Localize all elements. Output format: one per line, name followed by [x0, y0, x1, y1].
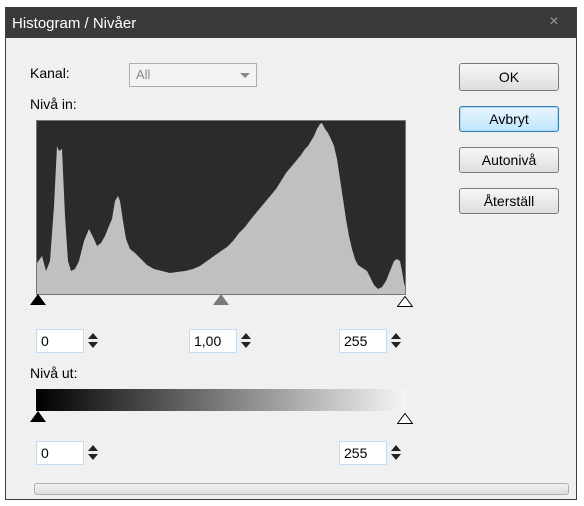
output-black-slider[interactable] — [30, 411, 46, 422]
input-black-spinner[interactable]: 0 — [36, 329, 111, 353]
spin-down-icon[interactable] — [391, 454, 401, 460]
spin-up-icon[interactable] — [391, 445, 401, 451]
histogram-graph — [37, 121, 405, 294]
title-bar[interactable]: Histogram / Nivåer × — [6, 8, 576, 38]
window-title: Histogram / Nivåer — [12, 15, 137, 32]
spin-up-icon[interactable] — [391, 333, 401, 339]
spin-down-icon[interactable] — [88, 342, 98, 348]
input-black-updown[interactable] — [87, 333, 99, 349]
spin-down-icon[interactable] — [391, 342, 401, 348]
input-white-field[interactable]: 255 — [339, 329, 387, 353]
spin-down-icon[interactable] — [241, 342, 251, 348]
input-black-field[interactable]: 0 — [36, 329, 84, 353]
output-black-spinner[interactable]: 0 — [36, 441, 111, 465]
input-white-slider-shape — [396, 295, 414, 307]
spin-up-icon[interactable] — [241, 333, 251, 339]
input-gamma-slider[interactable] — [213, 294, 229, 305]
output-white-spinner[interactable]: 255 — [339, 441, 414, 465]
levels-dialog: Histogram / Nivåer × Kanal: All Nivå in:… — [5, 7, 577, 500]
reset-button[interactable]: Återställ — [459, 188, 559, 214]
input-gamma-updown[interactable] — [240, 333, 252, 349]
output-levels-label: Nivå ut: — [30, 365, 78, 381]
input-gamma-field[interactable]: 1,00 — [189, 329, 237, 353]
auto-levels-button[interactable]: Autonivå — [459, 147, 559, 173]
spin-up-icon[interactable] — [88, 333, 98, 339]
input-white-spinner[interactable]: 255 — [339, 329, 414, 353]
output-black-field[interactable]: 0 — [36, 441, 84, 465]
close-icon[interactable]: × — [546, 13, 562, 31]
histogram — [36, 120, 406, 295]
input-gamma-spinner[interactable]: 1,00 — [189, 329, 264, 353]
channel-select-value: All — [136, 67, 151, 82]
input-white-slider[interactable] — [396, 294, 414, 307]
input-levels-label: Nivå in: — [30, 96, 77, 112]
ok-button[interactable]: OK — [459, 63, 559, 91]
chevron-down-icon — [240, 73, 250, 78]
output-white-slider[interactable] — [396, 411, 414, 424]
spin-down-icon[interactable] — [88, 454, 98, 460]
spin-up-icon[interactable] — [88, 445, 98, 451]
channel-select[interactable]: All — [129, 63, 257, 87]
cancel-button[interactable]: Avbryt — [459, 106, 559, 132]
output-gradient-bar — [36, 389, 406, 411]
output-white-slider-shape — [396, 412, 414, 424]
output-white-updown[interactable] — [390, 445, 402, 461]
input-black-slider[interactable] — [30, 294, 46, 305]
channel-label: Kanal: — [30, 65, 70, 81]
output-white-field[interactable]: 255 — [339, 441, 387, 465]
input-white-updown[interactable] — [390, 333, 402, 349]
progress-bar — [34, 483, 569, 495]
output-black-updown[interactable] — [87, 445, 99, 461]
